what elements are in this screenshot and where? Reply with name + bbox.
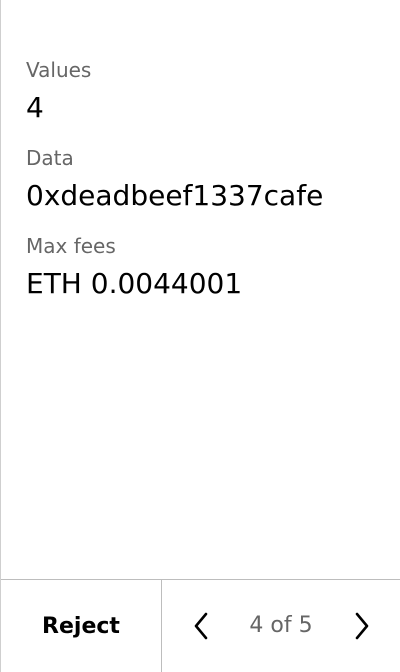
values-field: Values 4 (26, 58, 91, 125)
max-fees-field: Max fees ETH 0.0044001 (26, 234, 242, 301)
previous-page-button[interactable] (181, 604, 221, 648)
reject-button[interactable]: Reject (1, 580, 161, 672)
transaction-review-screen: Values 4 Data 0xdeadbeef1337cafe Max fee… (0, 0, 400, 672)
page-indicator: 4 of 5 (249, 613, 313, 638)
max-fees-value: ETH 0.0044001 (26, 267, 243, 300)
data-label: Data (26, 146, 74, 170)
next-page-button[interactable] (342, 604, 382, 648)
footer-divider (161, 580, 162, 672)
values-label: Values (26, 58, 92, 82)
chevron-left-icon (194, 612, 208, 640)
values-value: 4 (26, 91, 44, 124)
data-field: Data 0xdeadbeef1337cafe (26, 146, 323, 213)
chevron-right-icon (355, 612, 369, 640)
max-fees-label: Max fees (26, 234, 116, 258)
action-footer: Reject 4 of 5 (1, 579, 400, 672)
data-value: 0xdeadbeef1337cafe (26, 179, 324, 212)
